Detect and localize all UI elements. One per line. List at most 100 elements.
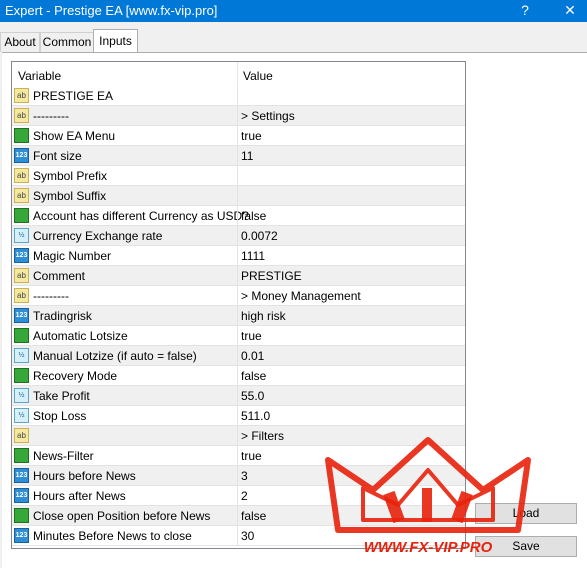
type-string-icon: ab xyxy=(14,108,29,123)
variable-value[interactable]: false xyxy=(241,509,266,523)
cell-divider xyxy=(237,246,238,266)
cell-divider xyxy=(237,426,238,446)
variable-value[interactable]: 55.0 xyxy=(241,389,264,403)
type-string-icon: ab xyxy=(14,428,29,443)
variable-value[interactable]: 30 xyxy=(241,529,254,543)
cell-divider xyxy=(237,286,238,306)
variable-name: News-Filter xyxy=(33,449,94,463)
variable-value[interactable]: PRESTIGE xyxy=(241,269,302,283)
cell-divider xyxy=(237,306,238,326)
type-string-icon: ab xyxy=(14,288,29,303)
variable-value[interactable]: high risk xyxy=(241,309,286,323)
type-integer-icon: 123 xyxy=(14,148,29,163)
table-row[interactable]: ab --------- > Settings xyxy=(12,106,465,126)
tab-strip: About Common Inputs xyxy=(0,22,587,52)
variable-name: PRESTIGE EA xyxy=(33,89,114,103)
table-row[interactable]: ½ Take Profit 55.0 xyxy=(12,386,465,406)
type-integer-icon: 123 xyxy=(14,528,29,543)
type-string-icon: ab xyxy=(14,268,29,283)
variable-value[interactable]: 1111 xyxy=(241,249,265,263)
tab-about[interactable]: About xyxy=(0,32,40,52)
table-row[interactable]: Automatic Lotsize true xyxy=(12,326,465,346)
cell-divider xyxy=(237,206,238,226)
variable-value[interactable]: > Filters xyxy=(241,429,284,443)
variable-name: Account has different Currency as USD? xyxy=(33,209,249,223)
table-row[interactable]: 123 Font size 11 xyxy=(12,146,465,166)
variable-value[interactable]: 2 xyxy=(241,489,248,503)
cell-divider xyxy=(237,466,238,486)
header-variable[interactable]: Variable xyxy=(18,69,61,83)
cell-divider xyxy=(237,186,238,206)
table-row[interactable]: Account has different Currency as USD? fa… xyxy=(12,206,465,226)
window-title: Expert - Prestige EA [www.fx-vip.pro] xyxy=(5,3,218,18)
variable-value[interactable]: > Money Management xyxy=(241,289,361,303)
variable-name: Minutes Before News to close xyxy=(33,529,192,543)
cell-divider xyxy=(237,346,238,366)
cell-divider xyxy=(237,446,238,466)
table-row[interactable]: ab PRESTIGE EA xyxy=(12,86,465,106)
type-string-icon: ab xyxy=(14,188,29,203)
tab-inputs[interactable]: Inputs xyxy=(93,29,138,52)
cell-divider xyxy=(237,166,238,186)
variable-name: Tradingrisk xyxy=(33,309,92,323)
variable-value[interactable]: 3 xyxy=(241,469,248,483)
variable-value[interactable]: false xyxy=(241,209,266,223)
table-row[interactable]: Show EA Menu true xyxy=(12,126,465,146)
variable-value[interactable]: 511.0 xyxy=(241,409,270,423)
table-row[interactable]: ab --------- > Money Management xyxy=(12,286,465,306)
variable-value[interactable]: 0.0072 xyxy=(241,229,278,243)
variable-value[interactable]: true xyxy=(241,129,262,143)
type-string-icon: ab xyxy=(14,168,29,183)
variable-name: Symbol Suffix xyxy=(33,189,107,203)
type-double-icon: ½ xyxy=(14,228,29,243)
variable-value[interactable]: true xyxy=(241,329,262,343)
type-double-icon: ½ xyxy=(14,388,29,403)
variable-name: Manual Lotzize (if auto = false) xyxy=(33,349,197,363)
table-row[interactable]: ab Symbol Suffix xyxy=(12,186,465,206)
variable-name: Font size xyxy=(33,149,82,163)
cell-divider xyxy=(237,126,238,146)
variable-value[interactable]: 11 xyxy=(241,149,253,163)
cell-divider xyxy=(237,386,238,406)
type-bool-icon xyxy=(14,328,29,343)
type-bool-icon xyxy=(14,448,29,463)
table-row[interactable]: ½ Stop Loss 511.0 xyxy=(12,406,465,426)
variable-name: Magic Number xyxy=(33,249,112,263)
cell-divider xyxy=(237,106,238,126)
variable-name: Stop Loss xyxy=(33,409,87,423)
logo-letter-i xyxy=(422,488,432,522)
type-bool-icon xyxy=(14,208,29,223)
type-integer-icon: 123 xyxy=(14,308,29,323)
cell-divider xyxy=(237,86,238,106)
cell-divider xyxy=(237,526,238,546)
table-row[interactable]: 123 Tradingrisk high risk xyxy=(12,306,465,326)
variable-name: Hours after News xyxy=(33,489,126,503)
type-integer-icon: 123 xyxy=(14,468,29,483)
cell-divider xyxy=(237,366,238,386)
help-button[interactable]: ? xyxy=(512,0,538,22)
table-row[interactable]: Recovery Mode false xyxy=(12,366,465,386)
variable-name: Hours before News xyxy=(33,469,136,483)
cell-divider xyxy=(237,146,238,166)
table-row[interactable]: ab Symbol Prefix xyxy=(12,166,465,186)
variable-value[interactable]: false xyxy=(241,369,266,383)
type-string-icon: ab xyxy=(14,88,29,103)
variable-name: Close open Position before News xyxy=(33,509,211,523)
type-bool-icon xyxy=(14,368,29,383)
table-row[interactable]: ½ Currency Exchange rate 0.0072 xyxy=(12,226,465,246)
variable-value[interactable]: 0.01 xyxy=(241,349,264,363)
tab-common[interactable]: Common xyxy=(40,32,94,52)
table-row[interactable]: 123 Magic Number 1111 xyxy=(12,246,465,266)
variable-value[interactable]: > Settings xyxy=(241,109,295,123)
column-divider[interactable] xyxy=(237,62,238,86)
variable-name: Comment xyxy=(33,269,86,283)
variable-name: --------- xyxy=(33,289,69,303)
variable-value[interactable]: true xyxy=(241,449,262,463)
table-row[interactable]: ab Comment PRESTIGE xyxy=(12,266,465,286)
grid-header: Variable Value xyxy=(12,62,465,86)
close-button[interactable]: ✕ xyxy=(557,0,583,22)
header-value[interactable]: Value xyxy=(243,69,273,83)
type-double-icon: ½ xyxy=(14,408,29,423)
cell-divider xyxy=(237,506,238,526)
table-row[interactable]: ½ Manual Lotzize (if auto = false) 0.01 xyxy=(12,346,465,366)
